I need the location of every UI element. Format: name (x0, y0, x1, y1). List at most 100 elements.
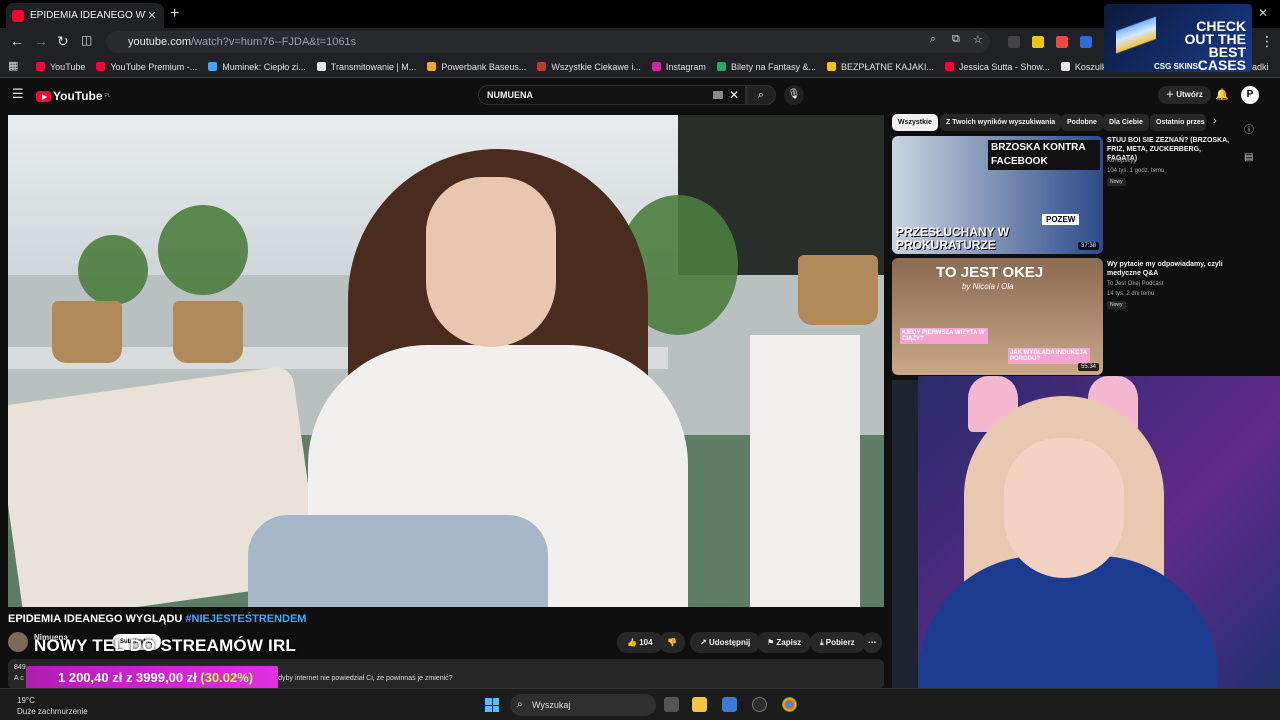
bookmark-item[interactable]: Transmitowanie | M... (316, 61, 417, 72)
windows-start-icon[interactable] (485, 698, 499, 712)
zoom-icon[interactable]: ⌕ (930, 33, 936, 46)
filter-chip[interactable]: Podobne (1061, 114, 1103, 131)
thumb-title-bottom: PRZESŁUCHANY W PROKURATURZE (896, 225, 1010, 252)
more-actions-button[interactable]: ⋯ (862, 632, 882, 653)
reload-icon[interactable]: ↻ (57, 33, 69, 50)
share-button[interactable]: ↗ Udostępnij (690, 632, 761, 653)
bookmark-item[interactable]: Jessica Sutta - Show... (944, 61, 1050, 72)
save-button[interactable]: ⚑ Zapisz (757, 632, 812, 653)
youtube-play-icon (36, 90, 51, 102)
new-badge: Nowy (1107, 301, 1126, 309)
windows-taskbar: 19°C Duże zachmurzenie ⌕ Wyszukaj (0, 688, 1280, 720)
menu-dots-icon[interactable]: ⋮ (1260, 33, 1274, 50)
bookmark-label: Jessica Sutta - Show... (958, 61, 1050, 72)
recommendation-channel[interactable]: Konopskyy (1107, 158, 1136, 164)
search-button[interactable]: ⌕ (746, 85, 776, 105)
download-icon: ⤓ (820, 638, 824, 647)
bookmark-item[interactable]: YouTube (36, 62, 85, 72)
bookmark-favicon-icon (944, 62, 954, 71)
search-icon: ⌕ (757, 89, 765, 101)
filter-chip[interactable]: Dla Ciebie (1103, 114, 1149, 131)
file-explorer-icon[interactable] (692, 697, 707, 712)
recommendation-channel[interactable]: To Jest Okej Podcast (1107, 281, 1163, 287)
chips-next-icon[interactable]: › (1213, 115, 1217, 127)
bookmark-label: Powerbank Baseus... (441, 61, 527, 72)
recommendation-title[interactable]: Wy pytacie my odpowiadamy, czyli medyczn… (1107, 260, 1232, 278)
create-button[interactable]: ＋ Utwórz (1158, 86, 1211, 104)
bookmark-label: Transmitowanie | M... (330, 61, 417, 72)
bookmark-favicon-icon (36, 62, 45, 71)
extension-icon[interactable] (1032, 36, 1044, 48)
clear-search-icon[interactable]: ✕ (729, 88, 739, 102)
info-icon[interactable]: ⓘ (1244, 121, 1254, 136)
forward-icon[interactable]: → (34, 33, 48, 49)
bookmark-item[interactable]: Wszystkie Ciekawe i... (537, 62, 641, 72)
video-player[interactable] (8, 115, 884, 607)
hamburger-menu-icon[interactable]: ☰ (12, 86, 24, 102)
video-hashtag[interactable]: #NIEJESTEŚTRENDEM (185, 613, 306, 625)
download-button[interactable]: ⤓ Pobierz (810, 632, 865, 653)
browser-tab-active[interactable]: EPIDEMIA IDEANEGO WYGLĄD ✕ (6, 3, 164, 28)
promo-overlay: CHECK OUT THE BEST CASES CSG SKINS (1104, 4, 1252, 72)
extension-icon[interactable] (1008, 36, 1020, 48)
thumb-title-top: BRZOSKA KONTRA FACEBOOK (988, 140, 1100, 170)
new-badge: Nowy (1107, 178, 1126, 186)
more-dots-icon: ⋯ (868, 638, 876, 647)
cast-icon[interactable]: ⧉ (952, 33, 960, 46)
extension-icon[interactable] (1056, 36, 1068, 48)
app-icon[interactable] (752, 697, 767, 712)
channel-avatar[interactable] (8, 632, 28, 652)
back-icon[interactable]: ← (10, 33, 24, 49)
tab-close-icon[interactable]: ✕ (146, 9, 158, 22)
bookmark-favicon-icon (716, 62, 726, 71)
new-tab-icon[interactable]: + (170, 5, 179, 23)
bookmarks-overflow[interactable]: adki (1252, 62, 1269, 72)
apps-grid-icon[interactable]: ▦ (8, 59, 18, 72)
notifications-bell-icon[interactable]: 🔔 (1215, 88, 1229, 101)
bookmark-item[interactable]: YouTube Premium -... (96, 62, 197, 72)
store-icon[interactable] (722, 697, 737, 712)
filter-chip[interactable]: Ostatnio przes (1150, 114, 1206, 131)
like-button[interactable]: 👍 104 (617, 632, 663, 653)
sidepanel-icon[interactable]: ◫ (81, 33, 92, 47)
like-count: 104 (639, 638, 653, 647)
plant-pot (798, 255, 878, 325)
youtube-logo[interactable]: YouTube PL (36, 89, 111, 103)
bookmark-item[interactable]: Powerbank Baseus... (427, 62, 526, 72)
save-label: Zapisz (776, 638, 802, 647)
voice-search-button[interactable]: 🎙 (784, 85, 804, 105)
recommendation-thumbnail[interactable]: TO JEST OKEJ by Nicola i Ola KIEDY PIERW… (892, 258, 1103, 375)
bookmark-favicon-icon (826, 62, 836, 71)
filter-chip[interactable]: Wszystkie (892, 114, 938, 131)
bookmark-item[interactable]: Muminek: Ciepło zi... (208, 62, 306, 72)
webcam-overlay (918, 376, 1280, 688)
bookmark-star-icon[interactable]: ☆ (973, 33, 983, 46)
screen: EPIDEMIA IDEANEGO WYGLĄD ✕ + ❐ ✕ ← → ↻ ◫… (0, 0, 1280, 720)
account-avatar[interactable]: P (1241, 86, 1259, 104)
close-window-icon[interactable]: ✕ (1258, 6, 1268, 20)
thumb-title-top: TO JEST OKEJ (936, 264, 1044, 281)
share-icon: ↗ (700, 638, 707, 647)
weather-widget[interactable]: 19°C Duże zachmurzenie (17, 695, 88, 717)
bookmark-item[interactable]: BEZPŁATNE KAJAKI... (826, 62, 934, 72)
keyboard-icon[interactable] (713, 91, 723, 99)
recommendation-meta: 14 tys. 2 dni temu (1107, 291, 1155, 297)
recommendation-meta: 104 tys. 1 godz. temu (1107, 168, 1165, 174)
filter-chip[interactable]: Z Twoich wyników wyszukiwania (940, 114, 1062, 131)
plant-pot (173, 301, 243, 363)
bookmark-label: YouTube (50, 61, 86, 72)
chat-icon[interactable]: ▤ (1244, 152, 1253, 163)
task-view-icon[interactable] (664, 697, 679, 712)
address-bar[interactable]: youtube.com/watch?v=hum76--FJDA&t=1061s (106, 31, 990, 53)
bookmark-item[interactable]: Bilety na Fantasy &... (716, 62, 816, 72)
chrome-icon[interactable] (782, 697, 797, 712)
recommendation-thumbnail[interactable]: BRZOSKA KONTRA FACEBOOK PRZESŁUCHANY W P… (892, 136, 1103, 254)
search-input[interactable]: NUMUENA ✕ (478, 85, 746, 105)
extension-icon[interactable] (1080, 36, 1092, 48)
url-host: youtube.com (128, 36, 191, 48)
bookmark-item[interactable]: Instagram (651, 62, 706, 72)
bookmark-favicon-icon (208, 62, 218, 71)
dislike-button[interactable]: 👎 (659, 632, 685, 653)
taskbar-search[interactable]: ⌕ Wyszukaj (510, 694, 656, 716)
bookmarks-bar: ▦ YouTube YouTube Premium -... Muminek: Ci… (0, 56, 1280, 78)
